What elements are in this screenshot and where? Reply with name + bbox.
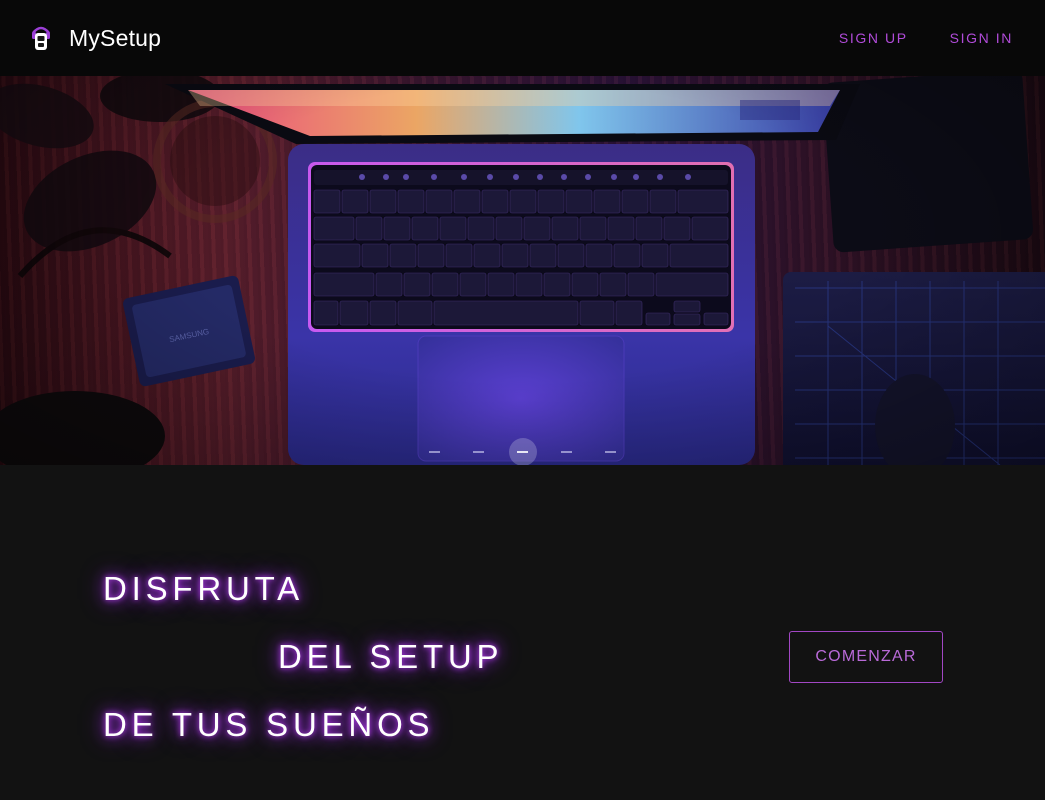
hero-banner: SAMSUNG [0, 76, 1045, 465]
start-button[interactable]: COMENZAR [789, 631, 943, 683]
carousel-indicator-4[interactable] [553, 440, 581, 464]
carousel-indicator-2[interactable] [465, 440, 493, 464]
carousel-indicators [0, 438, 1045, 466]
brand-name: MySetup [69, 24, 162, 51]
top-navbar: MySetup SIGN UP SIGN IN [0, 0, 1045, 76]
carousel-indicator-5[interactable] [597, 440, 625, 464]
brand-link[interactable]: MySetup [28, 23, 161, 53]
nav-links: SIGN UP SIGN IN [797, 0, 1013, 76]
sign-in-link[interactable]: SIGN IN [950, 30, 1013, 46]
robot-icon [32, 26, 50, 50]
sign-up-link[interactable]: SIGN UP [839, 30, 908, 46]
headline-section: DISFRUTA DEL SETUP DE TUS SUEÑOS COMENZA… [0, 465, 1045, 800]
slogan-line-1: DISFRUTA [103, 570, 304, 607]
hero-vignette [0, 76, 1045, 465]
slogan-line-3: DE TUS SUEÑOS [103, 706, 435, 743]
carousel-indicator-1[interactable] [421, 440, 449, 464]
carousel-indicator-3-active[interactable] [508, 438, 537, 466]
slogan-line-2: DEL SETUP [278, 638, 504, 675]
